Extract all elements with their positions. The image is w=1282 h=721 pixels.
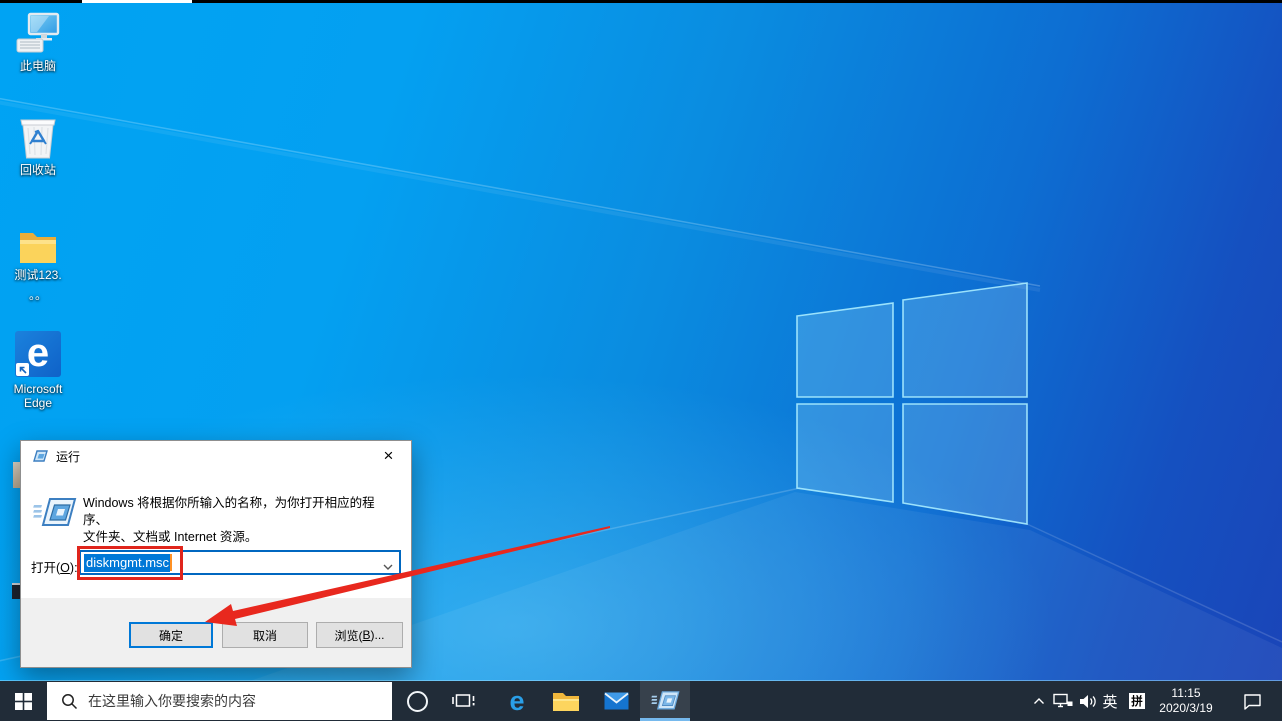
chevron-up-icon: [1034, 698, 1044, 704]
ok-button[interactable]: 确定: [129, 622, 213, 648]
run-taskbar-icon: [651, 691, 680, 710]
ime-pinyin-icon: 拼: [1129, 693, 1145, 709]
cortana-button[interactable]: [397, 681, 437, 721]
task-view-button[interactable]: [444, 681, 484, 721]
open-label: 打开(O):: [31, 561, 78, 575]
mail-icon: [603, 692, 629, 710]
run-icon: [32, 449, 48, 463]
taskbar-clock[interactable]: 11:15 2020/3/19: [1153, 681, 1219, 721]
browse-button[interactable]: 浏览(B)...: [316, 622, 403, 648]
run-dialog: 运行 × Windows 将根据你所输入的名称，为你打开相应的程序、 文件夹、文…: [20, 440, 412, 668]
volume-tray-button[interactable]: [1076, 681, 1100, 721]
desktop-icon-recycle-bin[interactable]: 回收站: [0, 114, 76, 177]
desktop-icon-label: 测试123.: [14, 268, 62, 282]
network-tray-button[interactable]: [1051, 681, 1075, 721]
clock-time: 11:15: [1171, 686, 1201, 700]
background-window-sliver: [0, 0, 1282, 3]
run-dialog-footer: 确定 取消 浏览(B)...: [21, 598, 411, 667]
run-icon-large: [31, 496, 77, 533]
network-icon: [1053, 693, 1073, 708]
run-dialog-title: 运行: [56, 449, 81, 464]
partial-desktop-icon: [13, 462, 20, 488]
task-view-icon: [452, 694, 475, 707]
partial-desktop-icon: [12, 583, 20, 599]
edge-taskbar-button[interactable]: e: [497, 681, 537, 721]
dropdown-chevron-icon[interactable]: [383, 559, 393, 573]
folder-icon: [0, 229, 76, 265]
edge-icon: e: [509, 685, 525, 716]
run-dialog-description: Windows 将根据你所输入的名称，为你打开相应的程序、 文件夹、文档或 In…: [83, 496, 375, 544]
desktop-icon-label-line2: 。。: [28, 288, 47, 302]
desktop-icon-label-line2: Edge: [23, 396, 53, 410]
clock-date: 2020/3/19: [1159, 701, 1213, 715]
run-command-value: diskmgmt.msc: [84, 553, 171, 572]
start-button[interactable]: [0, 681, 47, 721]
mail-button[interactable]: [596, 681, 636, 721]
taskbar: e: [0, 680, 1282, 721]
search-input[interactable]: [86, 692, 392, 710]
desktop-icon-label: 此电脑: [19, 59, 56, 73]
recycle-bin-icon: [0, 114, 76, 160]
action-center-icon: [1243, 693, 1261, 710]
action-center-button[interactable]: [1234, 681, 1270, 721]
shortcut-arrow-icon: [16, 363, 29, 376]
run-command-input[interactable]: diskmgmt.msc: [79, 550, 401, 575]
close-icon[interactable]: ×: [366, 441, 411, 470]
run-taskbar-button[interactable]: [640, 681, 690, 721]
desktop-icon-label: Microsoft: [13, 382, 63, 396]
windows-start-icon: [15, 692, 32, 710]
speaker-icon: [1079, 694, 1096, 708]
text-caret: [170, 554, 173, 571]
search-icon: [61, 693, 78, 710]
desktop-icon-test-folder[interactable]: 测试123. 。。: [0, 229, 76, 302]
file-explorer-icon: [553, 693, 579, 711]
desktop-icon-label: 回收站: [19, 163, 56, 177]
desktop-icon-this-pc[interactable]: 此电脑: [0, 12, 76, 73]
desktop-icon-microsoft-edge[interactable]: e Microsoft Edge: [0, 331, 76, 410]
background-window-sliver-light: [82, 0, 192, 3]
file-explorer-button[interactable]: [546, 681, 586, 721]
cortana-icon: [406, 690, 428, 712]
edge-icon: e: [15, 331, 61, 377]
run-dialog-titlebar[interactable]: 运行 ×: [21, 441, 411, 471]
taskbar-search[interactable]: [47, 682, 392, 720]
tray-expand-button[interactable]: [1028, 681, 1050, 721]
ime-language-indicator[interactable]: 英: [1098, 681, 1122, 721]
cancel-button[interactable]: 取消: [222, 622, 308, 648]
ime-mode-indicator[interactable]: 拼: [1125, 681, 1149, 721]
this-pc-icon: [0, 12, 76, 56]
